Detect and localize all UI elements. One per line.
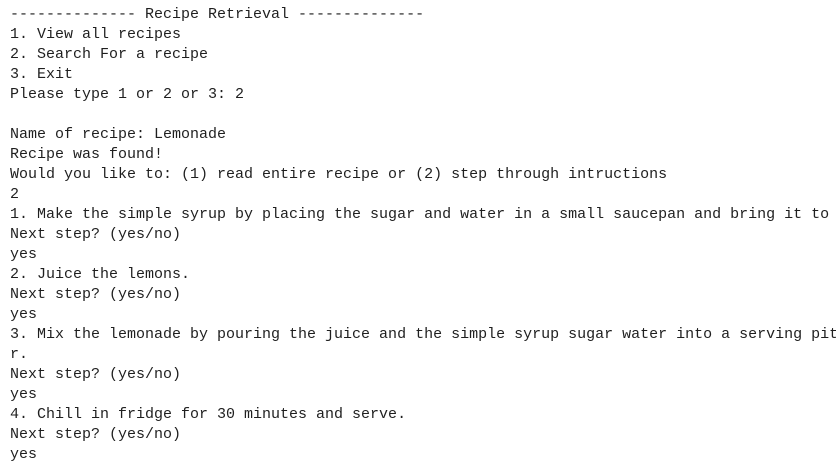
console-line: 3. Exit (10, 66, 74, 83)
console-line: yes (10, 306, 38, 323)
console-line: yes (10, 446, 38, 463)
console-line: 2. Juice the lemons. (10, 266, 191, 283)
console-line: Recipe was found! (10, 146, 164, 163)
console-line: -------------- Recipe Retrieval --------… (10, 6, 425, 23)
console-line: 1. Make the simple syrup by placing the … (10, 206, 830, 223)
console-line: 3. Mix the lemonade by pouring the juice… (10, 326, 836, 343)
console-line: 4. Chill in fridge for 30 minutes and se… (10, 406, 407, 423)
console-line: Next step? (yes/no) (10, 366, 182, 383)
console-line: Next step? (yes/no) (10, 286, 182, 303)
console-line: Would you like to: (1) read entire recip… (10, 166, 668, 183)
console-line: 2 (10, 186, 20, 203)
console-line: yes (10, 386, 38, 403)
console-line: Please type 1 or 2 or 3: 2 (10, 86, 245, 103)
console-line: Next step? (yes/no) (10, 426, 182, 443)
console-line: r. (10, 346, 29, 363)
console-line: Next step? (yes/no) (10, 226, 182, 243)
console-line: yes (10, 246, 38, 263)
console-line: 2. Search For a recipe (10, 46, 209, 63)
console-line: Name of recipe: Lemonade (10, 126, 227, 143)
console-line: 1. View all recipes (10, 26, 182, 43)
console-output[interactable]: -------------- Recipe Retrieval --------… (10, 5, 836, 465)
